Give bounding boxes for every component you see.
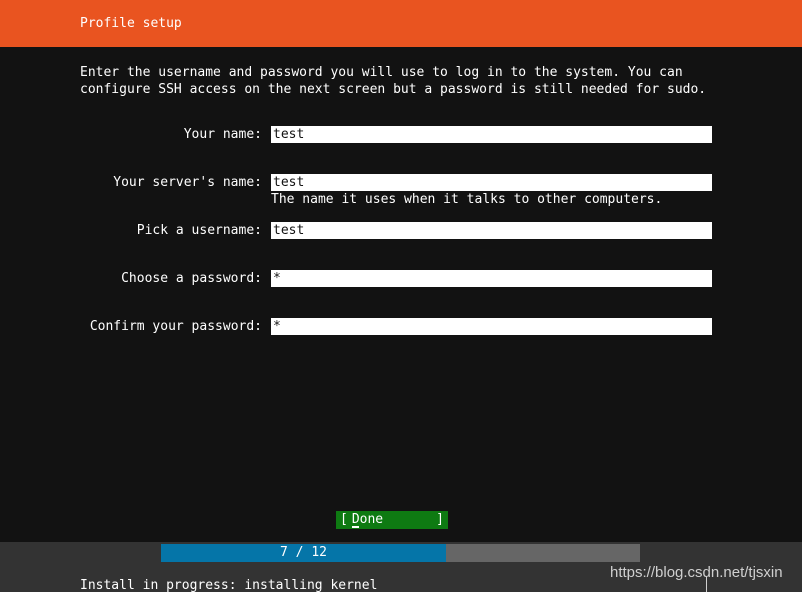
label-password: Choose a password:	[121, 271, 262, 286]
field-row-server-name: Your server's name: test The name it use…	[0, 174, 802, 222]
profile-form: Your name: test Your server's name: test…	[0, 126, 802, 366]
label-username: Pick a username:	[136, 223, 262, 238]
field-row-password: Choose a password: *	[0, 270, 802, 318]
bracket-right: ]	[436, 512, 444, 527]
watermark-tick-mark	[706, 576, 707, 592]
header-bar: Profile setup	[0, 0, 802, 47]
installer-screen: Profile setup Enter the username and pas…	[0, 0, 802, 592]
field-row-confirm-password: Confirm your password: *	[0, 318, 802, 366]
install-status-text: Install in progress: installing kernel	[80, 578, 378, 592]
input-password[interactable]: *	[271, 270, 712, 287]
progress-bar-track: 7 / 12	[161, 544, 640, 562]
page-title: Profile setup	[80, 16, 182, 31]
intro-paragraph: Enter the username and password you will…	[80, 65, 707, 97]
input-username[interactable]: test	[271, 222, 712, 239]
field-row-your-name: Your name: test	[0, 126, 802, 174]
label-confirm-password: Confirm your password:	[89, 319, 262, 334]
watermark-text: https://blog.csdn.net/tjsxin	[610, 564, 783, 581]
label-your-name: Your name:	[183, 127, 262, 142]
hint-server-name: The name it uses when it talks to other …	[271, 192, 663, 207]
done-button[interactable]: [ Done ]	[336, 511, 448, 529]
input-confirm-password[interactable]: *	[271, 318, 712, 335]
field-row-username: Pick a username: test	[0, 222, 802, 270]
label-server-name: Your server's name:	[113, 175, 262, 190]
input-server-name[interactable]: test	[271, 174, 712, 191]
done-button-label: Done	[350, 511, 434, 529]
bracket-left: [	[340, 512, 348, 527]
progress-bar-label: 7 / 12	[280, 545, 327, 560]
input-your-name[interactable]: test	[271, 126, 712, 143]
